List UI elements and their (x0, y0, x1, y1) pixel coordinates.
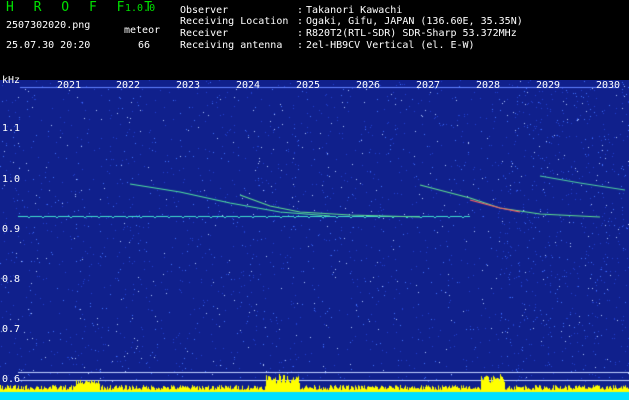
freq-label: 0.8 (2, 274, 21, 285)
info-colon: : (297, 40, 304, 51)
freq-label: 0.7 (2, 324, 21, 335)
time-label: 2026 (356, 80, 381, 91)
meteor-count: 66 (138, 40, 151, 51)
time-label: 2028 (476, 80, 501, 91)
info-label-antenna: Receiving antenna (180, 40, 283, 51)
info-colon: : (297, 28, 304, 39)
capture-datetime: 25.07.30 20:20 (6, 40, 91, 51)
info-label-location: Receiving Location (180, 16, 289, 27)
time-label: 2021 (57, 80, 82, 91)
time-label: 2029 (536, 80, 561, 91)
spectrogram-canvas (0, 80, 629, 400)
time-label: 2025 (296, 80, 321, 91)
header-panel: H R O F F T 1.0.0 2507302020.png 25.07.3… (0, 0, 629, 80)
file-name: 2507302020.png (6, 20, 91, 31)
app-version: 1.0.0 (125, 3, 156, 14)
freq-label: 1.0 (2, 174, 21, 185)
info-value-antenna: 2el-HB9CV Vertical (el. E-W) (306, 40, 475, 51)
freq-label: 0.9 (2, 224, 21, 235)
freq-label: 1.1 (2, 123, 21, 134)
meteor-label: meteor (124, 25, 161, 36)
time-label: 2024 (236, 80, 261, 91)
info-value-location: Ogaki, Gifu, JAPAN (136.60E, 35.35N) (306, 16, 523, 27)
freq-label: 0.6 (2, 374, 21, 385)
info-label-receiver: Receiver (180, 28, 229, 39)
time-label: 2027 (416, 80, 441, 91)
time-label: 2023 (176, 80, 201, 91)
info-value-receiver: R820T2(RTL-SDR) SDR-Sharp 53.372MHz (306, 28, 517, 39)
time-label: 2030 (596, 80, 621, 91)
time-label: 2022 (116, 80, 141, 91)
axis-unit: kHz (2, 75, 21, 86)
info-colon: : (297, 16, 304, 27)
